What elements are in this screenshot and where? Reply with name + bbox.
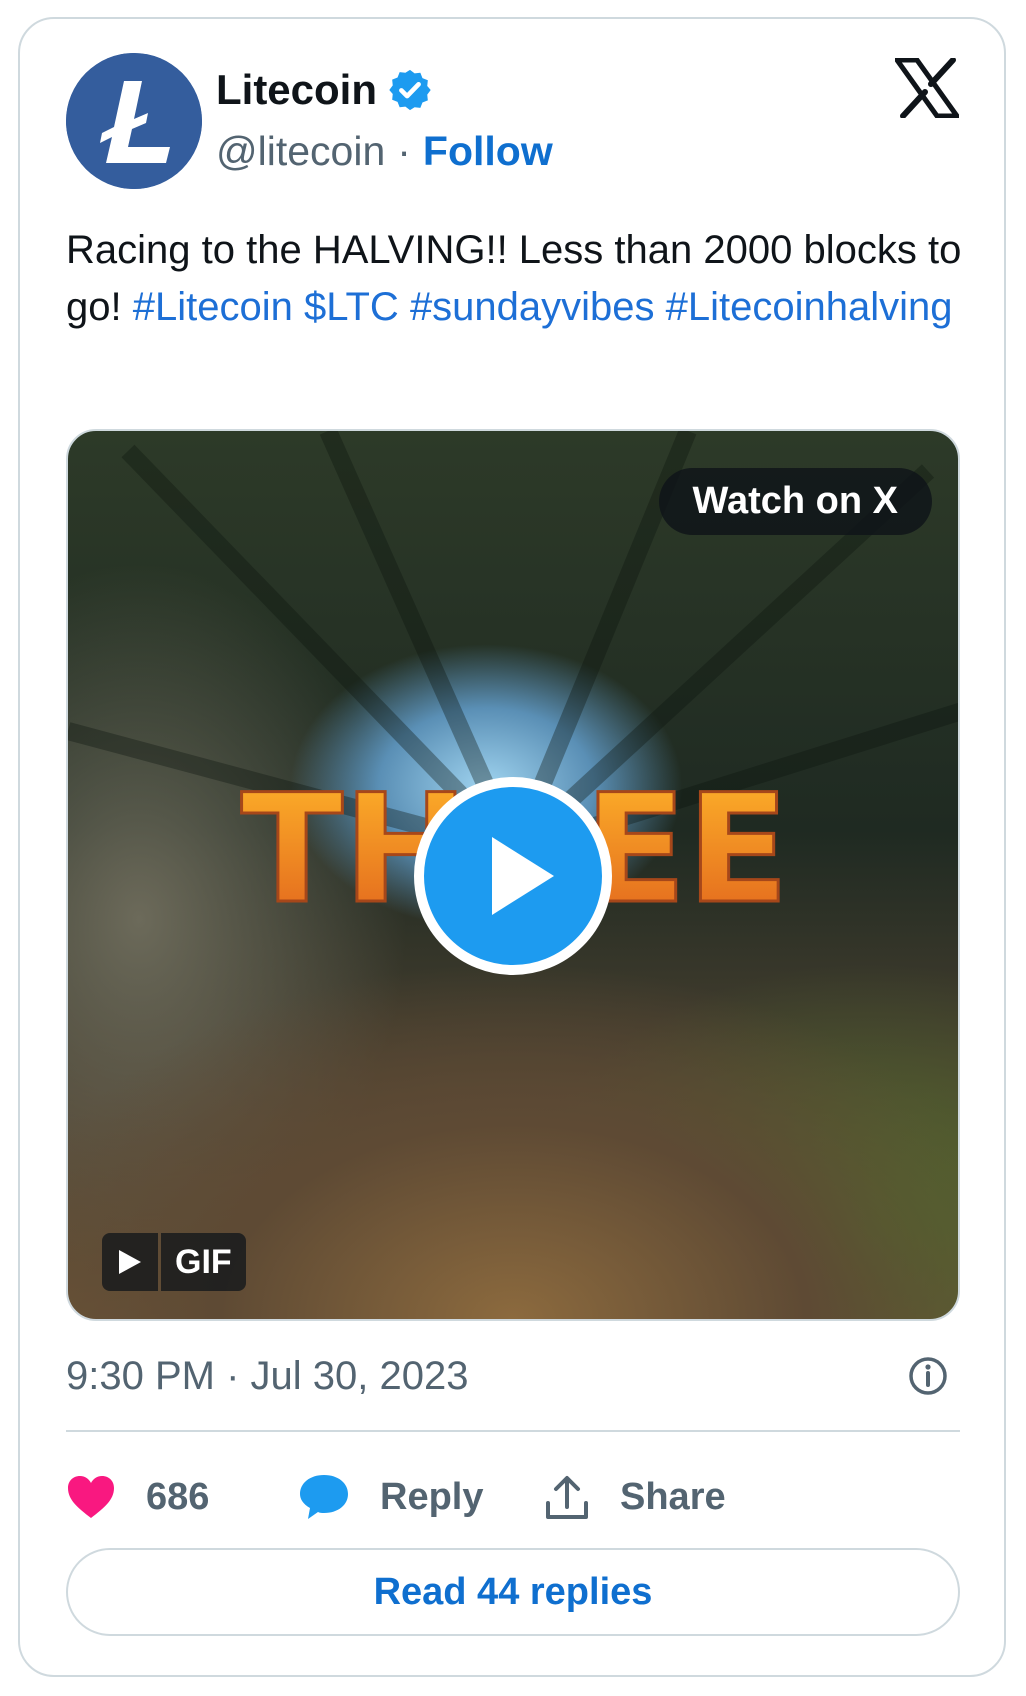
watch-on-x-button[interactable]: Watch on X [658, 468, 932, 535]
reply-label: Reply [380, 1475, 484, 1518]
tweet-timestamp[interactable]: 9:30 PM · Jul 30, 2023 [66, 1354, 468, 1399]
play-button[interactable] [414, 777, 612, 975]
reply-bubble-icon [300, 1475, 348, 1519]
gif-play-icon [102, 1233, 158, 1291]
account-handle[interactable]: @litecoin [216, 128, 385, 175]
read-replies-button[interactable]: Read 44 replies [66, 1548, 960, 1636]
litecoin-avatar[interactable] [66, 53, 202, 189]
follow-link[interactable]: Follow [423, 128, 553, 175]
heart-icon [68, 1476, 114, 1518]
reply-button[interactable]: Reply [298, 1465, 483, 1529]
play-icon [492, 837, 554, 915]
cashtag-ltc[interactable]: $LTC [304, 285, 399, 329]
like-count: 686 [146, 1475, 210, 1518]
share-icon [546, 1476, 588, 1519]
hashtag-sundayvibes[interactable]: #sundayvibes [410, 285, 655, 329]
gif-media[interactable]: THREE Watch on X GIF [66, 429, 960, 1321]
info-icon[interactable] [907, 1355, 949, 1397]
gif-label: GIF [161, 1233, 246, 1291]
share-label: Share [620, 1475, 726, 1518]
tweet-text: Racing to the HALVING!! Less than 2000 b… [66, 222, 966, 336]
hashtag-litecoinhalving[interactable]: #Litecoinhalving [666, 285, 953, 329]
gif-badge: GIF [102, 1233, 246, 1291]
separator-dot: · [397, 128, 411, 174]
verified-badge-icon [389, 69, 431, 111]
like-button[interactable]: 686 [66, 1465, 209, 1529]
divider [66, 1430, 960, 1432]
litecoin-logo-icon [66, 53, 202, 189]
x-logo-icon[interactable] [895, 58, 959, 118]
hashtag-litecoin[interactable]: #Litecoin [133, 285, 293, 329]
share-button[interactable]: Share [544, 1465, 726, 1529]
account-name[interactable]: Litecoin [216, 66, 377, 114]
